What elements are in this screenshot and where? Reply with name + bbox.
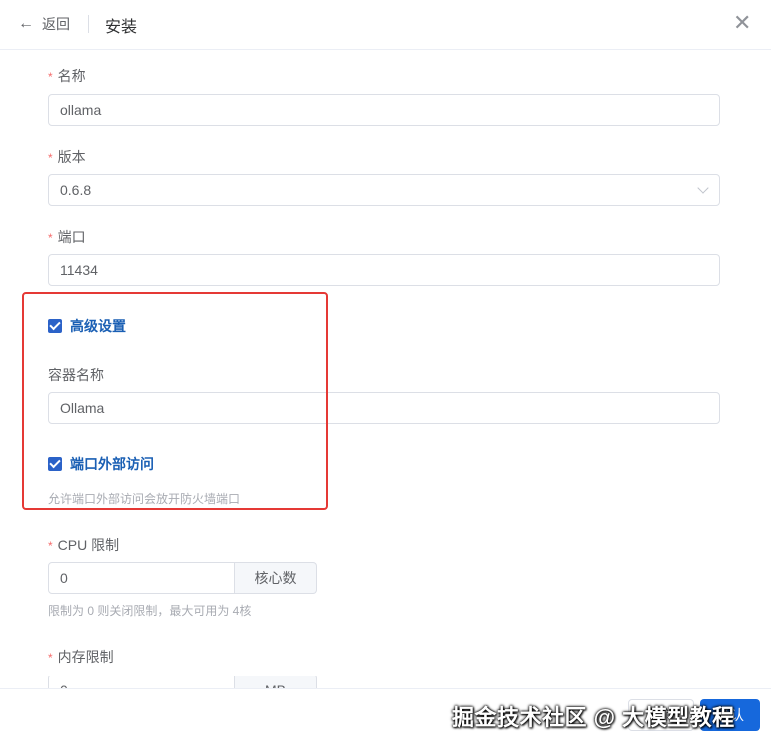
external-access-checkbox[interactable]: 端口外部访问 (48, 454, 154, 474)
memory-limit-group: 0 MB (48, 676, 317, 688)
cpu-limit-group: 0 核心数 (48, 562, 317, 594)
version-label: * 版本 (48, 149, 86, 165)
advanced-settings-label: 高级设置 (70, 318, 126, 334)
page-title: 安装 (105, 19, 138, 36)
cancel-button[interactable]: 取消 (628, 699, 694, 731)
back-button[interactable]: ← 返回 (18, 14, 70, 34)
cpu-limit-label: * CPU 限制 (48, 537, 120, 553)
container-name-input[interactable]: Ollama (48, 392, 720, 424)
external-access-hint: 允许端口外部访问会放开防火墙端口 (48, 492, 241, 506)
port-label: * 端口 (48, 229, 86, 245)
checkbox-checked-icon (48, 457, 62, 471)
port-input[interactable]: 11434 (48, 254, 720, 286)
memory-limit-clip: 0 MB (0, 676, 320, 688)
confirm-button[interactable]: 确认 (700, 699, 760, 731)
close-icon[interactable]: ✕ (733, 12, 751, 34)
header-divider (88, 15, 89, 33)
checkbox-checked-icon (48, 319, 62, 333)
version-select[interactable]: 0.6.8 (48, 174, 720, 206)
version-value: 0.6.8 (60, 182, 92, 198)
cpu-limit-hint: 限制为 0 则关闭限制，最大可用为 4核 (48, 604, 252, 618)
memory-limit-label: * 内存限制 (48, 649, 114, 665)
memory-limit-input[interactable]: 0 (48, 676, 235, 688)
drawer-header: ← 返回 安装 ✕ (0, 0, 771, 50)
external-access-label: 端口外部访问 (70, 456, 154, 472)
container-name-label: 容器名称 (48, 367, 104, 383)
arrow-left-icon: ← (18, 15, 34, 32)
name-label: * 名称 (48, 68, 86, 84)
advanced-settings-checkbox[interactable]: 高级设置 (48, 316, 126, 336)
memory-limit-unit: MB (235, 676, 317, 688)
name-input[interactable]: ollama (48, 94, 720, 126)
cpu-limit-input[interactable]: 0 (48, 562, 235, 594)
chevron-down-icon (697, 182, 709, 194)
back-label: 返回 (42, 16, 70, 32)
cpu-limit-unit: 核心数 (235, 562, 317, 594)
